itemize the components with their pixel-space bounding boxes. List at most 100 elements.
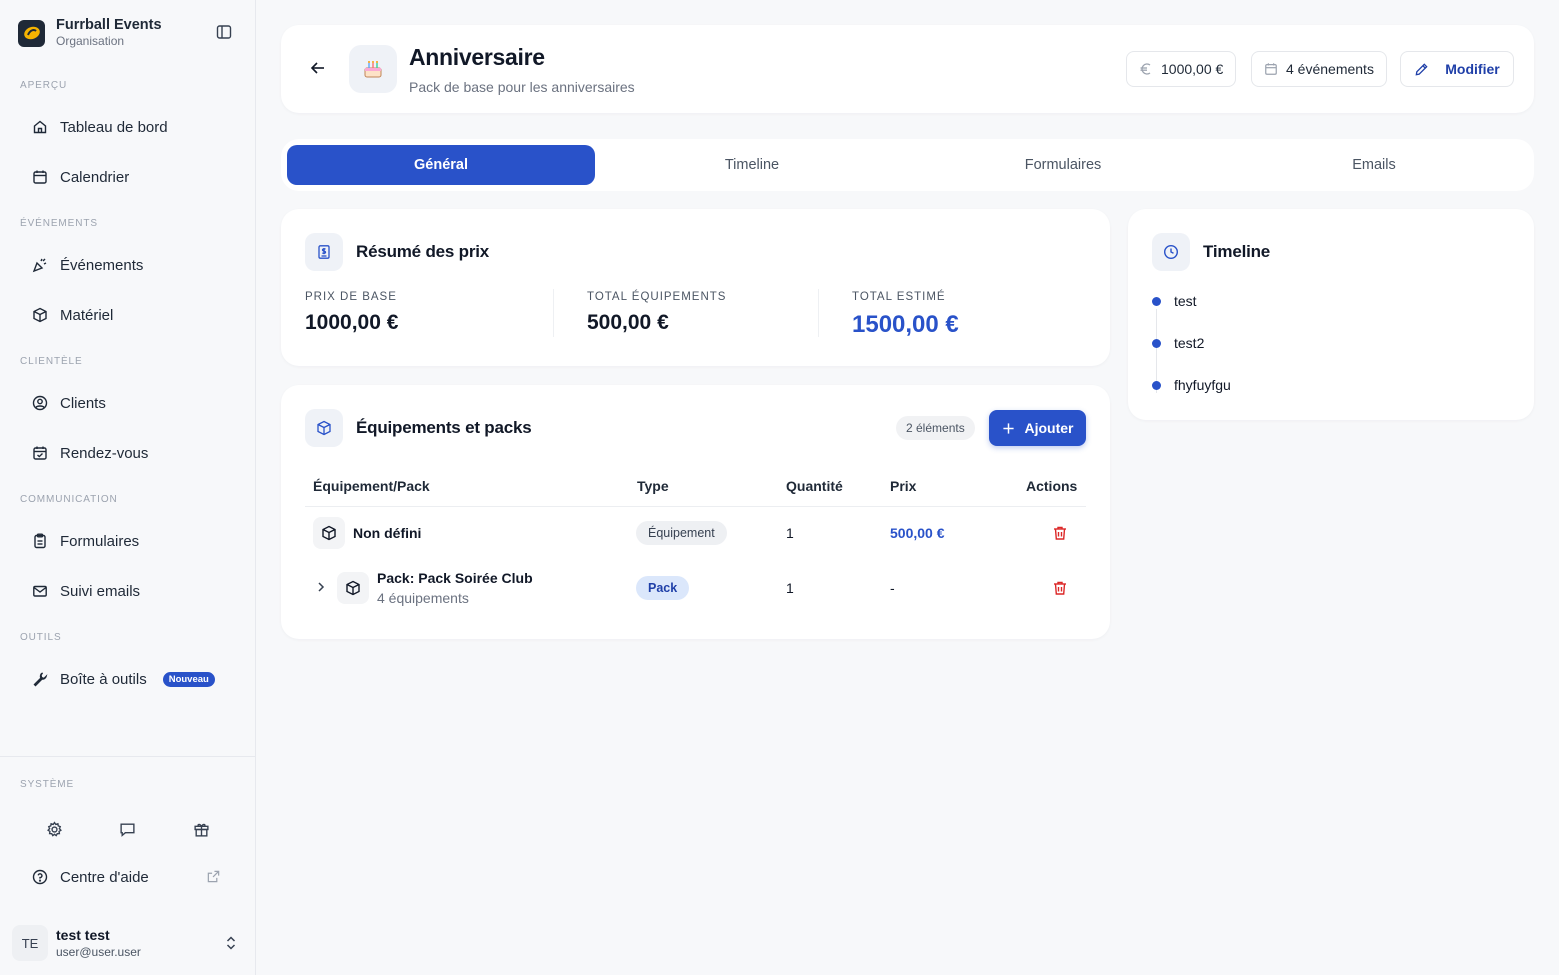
timeline-item[interactable]: test — [1152, 293, 1197, 309]
section-label-tools: OUTILS — [20, 632, 62, 643]
tab-timeline[interactable]: Timeline — [598, 145, 906, 185]
sidebar-item-dashboard[interactable]: Tableau de bord — [20, 107, 236, 147]
pack-name: Pack: Pack Soirée Club — [377, 570, 533, 586]
user-name: test test — [56, 926, 110, 943]
add-label: Ajouter — [1024, 420, 1074, 436]
sidebar-item-label: Centre d'aide — [60, 868, 149, 886]
sidebar-item-events[interactable]: Événements — [20, 245, 236, 285]
plus-icon — [1002, 422, 1015, 435]
sidebar-toggle-icon[interactable] — [216, 24, 234, 42]
column-header: Équipement/Pack — [313, 478, 430, 494]
user-circle-icon — [32, 395, 48, 411]
sidebar-item-appointments[interactable]: Rendez-vous — [20, 433, 236, 473]
price: - — [890, 580, 895, 596]
new-badge: Nouveau — [162, 671, 215, 687]
user-email: user@user.user — [56, 944, 141, 959]
message-square-icon[interactable] — [116, 818, 138, 840]
wrench-icon — [32, 671, 48, 687]
tab-general[interactable]: Général — [287, 145, 595, 185]
quantity: 1 — [786, 580, 794, 596]
trash-icon[interactable] — [1052, 580, 1068, 596]
euro-icon — [1139, 62, 1153, 76]
sidebar-item-emails[interactable]: Suivi emails — [20, 571, 236, 611]
user-menu[interactable]: TE test test user@user.user — [12, 922, 244, 964]
equipment-total: TOTAL ÉQUIPEMENTS 500,00 € — [587, 291, 726, 335]
sidebar-item-equipment[interactable]: Matériel — [20, 295, 236, 335]
package-icon — [305, 409, 343, 447]
type-badge: Pack — [636, 576, 690, 600]
table-header-divider — [305, 506, 1086, 507]
receipt-icon — [305, 233, 343, 271]
sidebar-item-label: Formulaires — [60, 532, 140, 550]
sidebar: Furrball Events Organisation APERÇU Tabl… — [0, 0, 256, 975]
calendar-check-icon — [32, 445, 48, 461]
external-link-icon — [206, 869, 222, 885]
gift-icon[interactable] — [190, 818, 212, 840]
add-equipment-button[interactable]: Ajouter — [989, 410, 1086, 446]
tab-emails[interactable]: Emails — [1220, 145, 1528, 185]
price-label: TOTAL ÉQUIPEMENTS — [587, 291, 727, 303]
edit-button[interactable]: Modifier — [1400, 51, 1514, 87]
base-price-pill: 1000,00 € — [1126, 51, 1237, 87]
settings-gear-icon[interactable] — [43, 818, 65, 840]
sidebar-item-help[interactable]: Centre d'aide — [20, 857, 236, 897]
trash-icon[interactable] — [1052, 525, 1068, 541]
column-header: Prix — [890, 478, 917, 494]
timeline-dot — [1152, 380, 1161, 390]
sidebar-item-label: Événements — [60, 256, 144, 274]
price-value: 1000,00 € — [1161, 61, 1224, 77]
timeline-dot — [1152, 296, 1161, 306]
quantity: 1 — [786, 525, 794, 541]
calendar-icon — [1264, 62, 1278, 76]
sidebar-item-label: Matériel — [60, 306, 114, 324]
price-label: TOTAL ESTIMÉ — [852, 291, 946, 303]
price-label: PRIX DE BASE — [305, 291, 397, 303]
org-name: Furrball Events — [56, 17, 162, 33]
equipment-card: Équipements et packs 2 éléments Ajouter … — [281, 385, 1110, 639]
pack-count: 4 équipements — [377, 590, 469, 606]
home-icon — [32, 119, 48, 135]
timeline-item[interactable]: fhyfuyfgu — [1152, 377, 1231, 393]
sidebar-item-toolbox[interactable]: Boîte à outils Nouveau — [20, 659, 236, 699]
estimated-total: TOTAL ESTIMÉ 1500,00 € — [852, 291, 959, 339]
price-value: 1500,00 € — [852, 311, 959, 338]
package-icon — [313, 517, 345, 549]
price-value: 500,00 € — [587, 311, 669, 334]
sidebar-item-label: Rendez-vous — [60, 444, 149, 462]
event-header: Anniversaire Pack de base pour les anniv… — [281, 25, 1534, 113]
page-subtitle: Pack de base pour les anniversaires — [409, 79, 635, 95]
chevron-right-icon[interactable] — [315, 580, 327, 594]
page-title: Anniversaire — [409, 44, 545, 70]
timeline-label: test — [1174, 293, 1197, 309]
sidebar-item-forms[interactable]: Formulaires — [20, 521, 236, 561]
column-header: Actions — [1026, 478, 1078, 494]
card-title: Résumé des prix — [356, 242, 490, 261]
section-label-communication: COMMUNICATION — [20, 494, 118, 505]
avatar: TE — [12, 925, 48, 961]
tab-bar: Général Timeline Formulaires Emails — [281, 139, 1534, 191]
back-arrow-icon[interactable] — [309, 59, 329, 79]
org-switcher[interactable]: Furrball Events Organisation — [18, 16, 238, 50]
type-badge: Équipement — [636, 521, 727, 545]
edit-label: Modifier — [1445, 61, 1500, 77]
org-subtitle: Organisation — [56, 34, 125, 48]
sidebar-item-calendar[interactable]: Calendrier — [20, 157, 236, 197]
section-label-clients: CLIENTÈLE — [20, 356, 83, 367]
calendar-icon — [32, 169, 48, 185]
item-count-badge: 2 éléments — [896, 416, 975, 440]
help-circle-icon — [32, 869, 48, 885]
pencil-icon — [1414, 62, 1429, 77]
event-count-pill: 4 événements — [1251, 51, 1387, 87]
package-icon — [337, 572, 369, 604]
tab-forms[interactable]: Formulaires — [909, 145, 1217, 185]
timeline-item[interactable]: test2 — [1152, 335, 1204, 351]
mail-icon — [32, 583, 48, 599]
sidebar-item-clients[interactable]: Clients — [20, 383, 236, 423]
section-label-overview: APERÇU — [20, 80, 68, 91]
birthday-cake-icon — [349, 45, 397, 93]
card-title: Timeline — [1203, 242, 1271, 261]
sidebar-divider — [0, 756, 255, 757]
divider — [553, 289, 554, 337]
timeline-card: Timeline test test2 fhyfuyfgu — [1128, 209, 1534, 420]
sidebar-item-label: Tableau de bord — [60, 118, 168, 136]
